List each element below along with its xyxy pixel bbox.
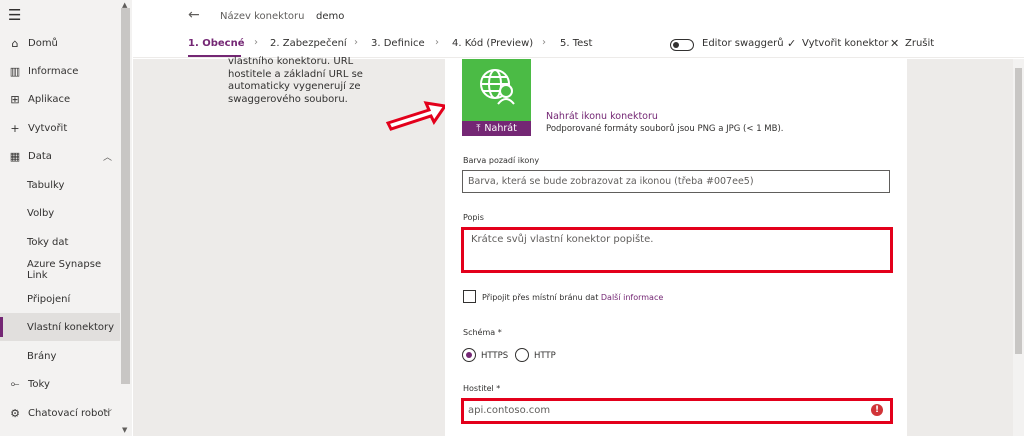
nav-item-label: Vlastní konektory: [27, 321, 115, 333]
nav-item-label: Toky: [28, 378, 50, 390]
host-label: Hostitel *: [463, 384, 501, 393]
tab-security[interactable]: 2. Zabezpečení: [270, 38, 347, 49]
flow-icon: ⟜: [10, 377, 20, 390]
nav-item-label: Chatovací roboti: [28, 407, 111, 419]
nav-item-label: Vytvořit: [28, 122, 68, 134]
nav-item-chatbots[interactable]: ⚙ Chatovací roboti ﹀: [0, 399, 120, 427]
https-radio[interactable]: [462, 348, 476, 362]
nav-item-label: Připojení: [27, 293, 71, 305]
close-icon[interactable]: ✕: [890, 37, 899, 50]
table-icon: ▦: [9, 149, 21, 163]
plus-icon: +: [10, 121, 20, 135]
bot-icon: ⚙: [10, 406, 20, 420]
nav-item-create[interactable]: + Vytvořit: [0, 114, 120, 142]
host-value[interactable]: api.contoso.com: [468, 405, 550, 416]
upload-connector-icon-link[interactable]: Nahrát ikonu konektoru: [546, 111, 658, 122]
nav-item-label: Brány: [27, 350, 57, 362]
https-radio-label[interactable]: HTTPS: [481, 351, 508, 361]
book-icon: ▥: [9, 64, 21, 78]
connector-name-label: Název konektoru: [220, 11, 305, 22]
nav-item-apps[interactable]: ⊞ Aplikace: [0, 85, 120, 113]
nav-item-label: Azure Synapse Link: [27, 259, 102, 281]
nav-item-custom-connectors[interactable]: Vlastní konektory: [0, 313, 120, 341]
gateway-checkbox[interactable]: [463, 290, 476, 303]
home-icon: ⌂: [11, 36, 19, 50]
toggle-knob: [673, 42, 679, 48]
scroll-down-icon[interactable]: ▼: [122, 426, 127, 434]
nav-item-data[interactable]: ▦ Data ︿: [0, 142, 120, 170]
content-scrollbar-thumb[interactable]: [1015, 68, 1022, 354]
nav-item-label: Volby: [27, 207, 55, 219]
nav-item-label: Informace: [28, 65, 79, 77]
chevron-right-icon: ›: [254, 37, 258, 48]
chevron-up-icon[interactable]: ︿: [103, 150, 112, 163]
nav-item-label: Data: [28, 150, 52, 162]
tab-code[interactable]: 4. Kód (Preview): [452, 38, 533, 49]
nav-item-home[interactable]: ⌂ Domů: [0, 29, 120, 57]
tab-test[interactable]: 5. Test: [560, 38, 592, 49]
gateway-label-text: Připojit přes místní bránu dat: [482, 293, 599, 302]
bg-color-label: Barva pozadí ikony: [463, 156, 540, 165]
connector-name-value[interactable]: demo: [316, 11, 344, 22]
scroll-up-icon[interactable]: ▲: [122, 1, 127, 9]
checkmark-icon[interactable]: ✓: [787, 37, 796, 50]
nav-item-choices[interactable]: Volby: [0, 199, 120, 227]
http-radio-label[interactable]: HTTP: [534, 351, 556, 361]
tab-general[interactable]: 1. Obecné: [188, 38, 245, 49]
nav-scrollbar-thumb[interactable]: [121, 8, 130, 384]
power-apps-connector-page: ☰ ⌂ Domů ▥ Informace ⊞ Aplikace + Vytvoř…: [0, 0, 1024, 436]
globe-user-icon: [480, 69, 515, 105]
nav-item-label: Domů: [28, 37, 58, 49]
upload-icon: ⤒: [476, 123, 481, 134]
page-header: ← Název konektoru demo: [133, 0, 1024, 34]
apps-icon: ⊞: [10, 92, 20, 106]
upload-button[interactable]: ⤒ Nahrát: [462, 121, 531, 136]
error-icon: !: [871, 404, 883, 416]
radio-selected-dot: [466, 352, 472, 358]
nav-item-tables[interactable]: Tabulky: [0, 171, 120, 199]
swagger-editor-toggle[interactable]: [670, 39, 694, 51]
tab-definition[interactable]: 3. Definice: [371, 38, 425, 49]
left-nav: ☰ ⌂ Domů ▥ Informace ⊞ Aplikace + Vytvoř…: [0, 0, 132, 436]
chevron-right-icon: ›: [354, 37, 358, 48]
nav-item-gateways[interactable]: Brány: [0, 342, 120, 370]
general-description: vlastního konektoru. URL hostitele a zák…: [228, 56, 363, 105]
description-placeholder: Krátce svůj vlastní konektor popište.: [471, 234, 654, 245]
nav-item-connections[interactable]: Připojení: [0, 285, 120, 313]
chevron-right-icon: ›: [435, 37, 439, 48]
nav-item-learn[interactable]: ▥ Informace: [0, 57, 120, 85]
chevron-right-icon: ›: [542, 37, 546, 48]
swagger-editor-label[interactable]: Editor swaggerů: [702, 38, 784, 49]
nav-item-label: Aplikace: [28, 93, 71, 105]
nav-item-flows[interactable]: ⟜ Toky: [0, 370, 120, 398]
create-connector-button[interactable]: Vytvořit konektor: [802, 38, 888, 49]
wizard-steps: 1. Obecné › 2. Zabezpečení › 3. Definice…: [133, 34, 1024, 58]
nav-item-label: Toky dat: [27, 236, 69, 248]
upload-format-hint: Podporované formáty souborů jsou PNG a J…: [546, 124, 784, 134]
learn-more-link[interactable]: Další informace: [601, 293, 663, 302]
upload-button-label: Nahrát: [484, 123, 517, 134]
red-arrow-annotation-icon: [385, 101, 448, 131]
hamburger-icon[interactable]: ☰: [8, 6, 21, 24]
description-label: Popis: [463, 213, 484, 222]
back-arrow-icon[interactable]: ←: [188, 7, 200, 23]
cancel-button[interactable]: Zrušit: [905, 38, 934, 49]
nav-item-label: Tabulky: [27, 179, 65, 191]
gateway-label: Připojit přes místní bránu dat Další inf…: [482, 293, 663, 302]
nav-item-dataflows[interactable]: Toky dat: [0, 228, 120, 256]
schema-label: Schéma *: [463, 328, 502, 337]
bg-color-input[interactable]: [462, 170, 890, 193]
nav-item-synapse[interactable]: Azure Synapse Link: [0, 256, 120, 284]
chevron-down-icon[interactable]: ﹀: [103, 407, 112, 420]
http-radio[interactable]: [515, 348, 529, 362]
